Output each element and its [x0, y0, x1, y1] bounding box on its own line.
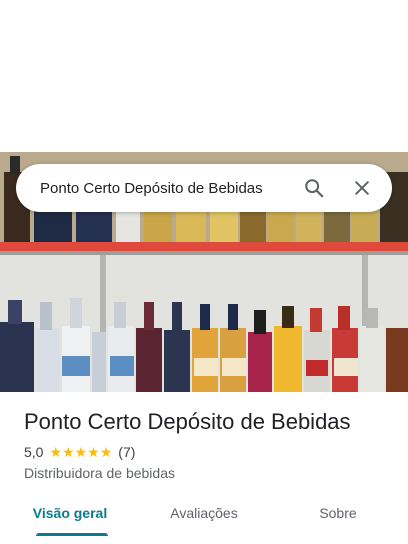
tab-about[interactable]: Sobre [268, 494, 408, 538]
close-icon [355, 181, 369, 195]
search-button[interactable] [290, 164, 338, 212]
place-tabs: Visão geral Avaliações Sobre [0, 494, 408, 538]
star-icon: ★ [99, 444, 113, 460]
star-icon: ★ [74, 444, 88, 460]
search-bar[interactable]: Ponto Certo Depósito de Bebidas [16, 164, 392, 212]
tab-label: Sobre [319, 505, 357, 521]
review-count[interactable]: (7) [118, 444, 135, 460]
tab-overview[interactable]: Visão geral [0, 494, 140, 538]
tab-label: Avaliações [170, 505, 238, 521]
tab-reviews[interactable]: Avaliações [140, 494, 268, 538]
star-icon: ★ [62, 444, 75, 460]
active-tab-indicator [36, 533, 108, 536]
star-icon: ★ [87, 444, 100, 460]
map-blank-area [0, 0, 408, 152]
rating-row[interactable]: 5,0 ★ ★ ★ ★ ★ (7) [24, 443, 394, 461]
clear-search-button[interactable] [338, 164, 386, 212]
place-category: Distribuidora de bebidas [24, 465, 175, 481]
place-info: Ponto Certo Depósito de Bebidas 5,0 ★ ★ … [24, 408, 394, 481]
rating-value: 5,0 [24, 444, 44, 460]
search-icon [305, 179, 324, 198]
place-title: Ponto Certo Depósito de Bebidas [24, 409, 351, 434]
star-rating: ★ ★ ★ ★ ★ [49, 445, 112, 459]
search-query[interactable]: Ponto Certo Depósito de Bebidas [16, 180, 290, 197]
star-icon: ★ [49, 444, 63, 460]
